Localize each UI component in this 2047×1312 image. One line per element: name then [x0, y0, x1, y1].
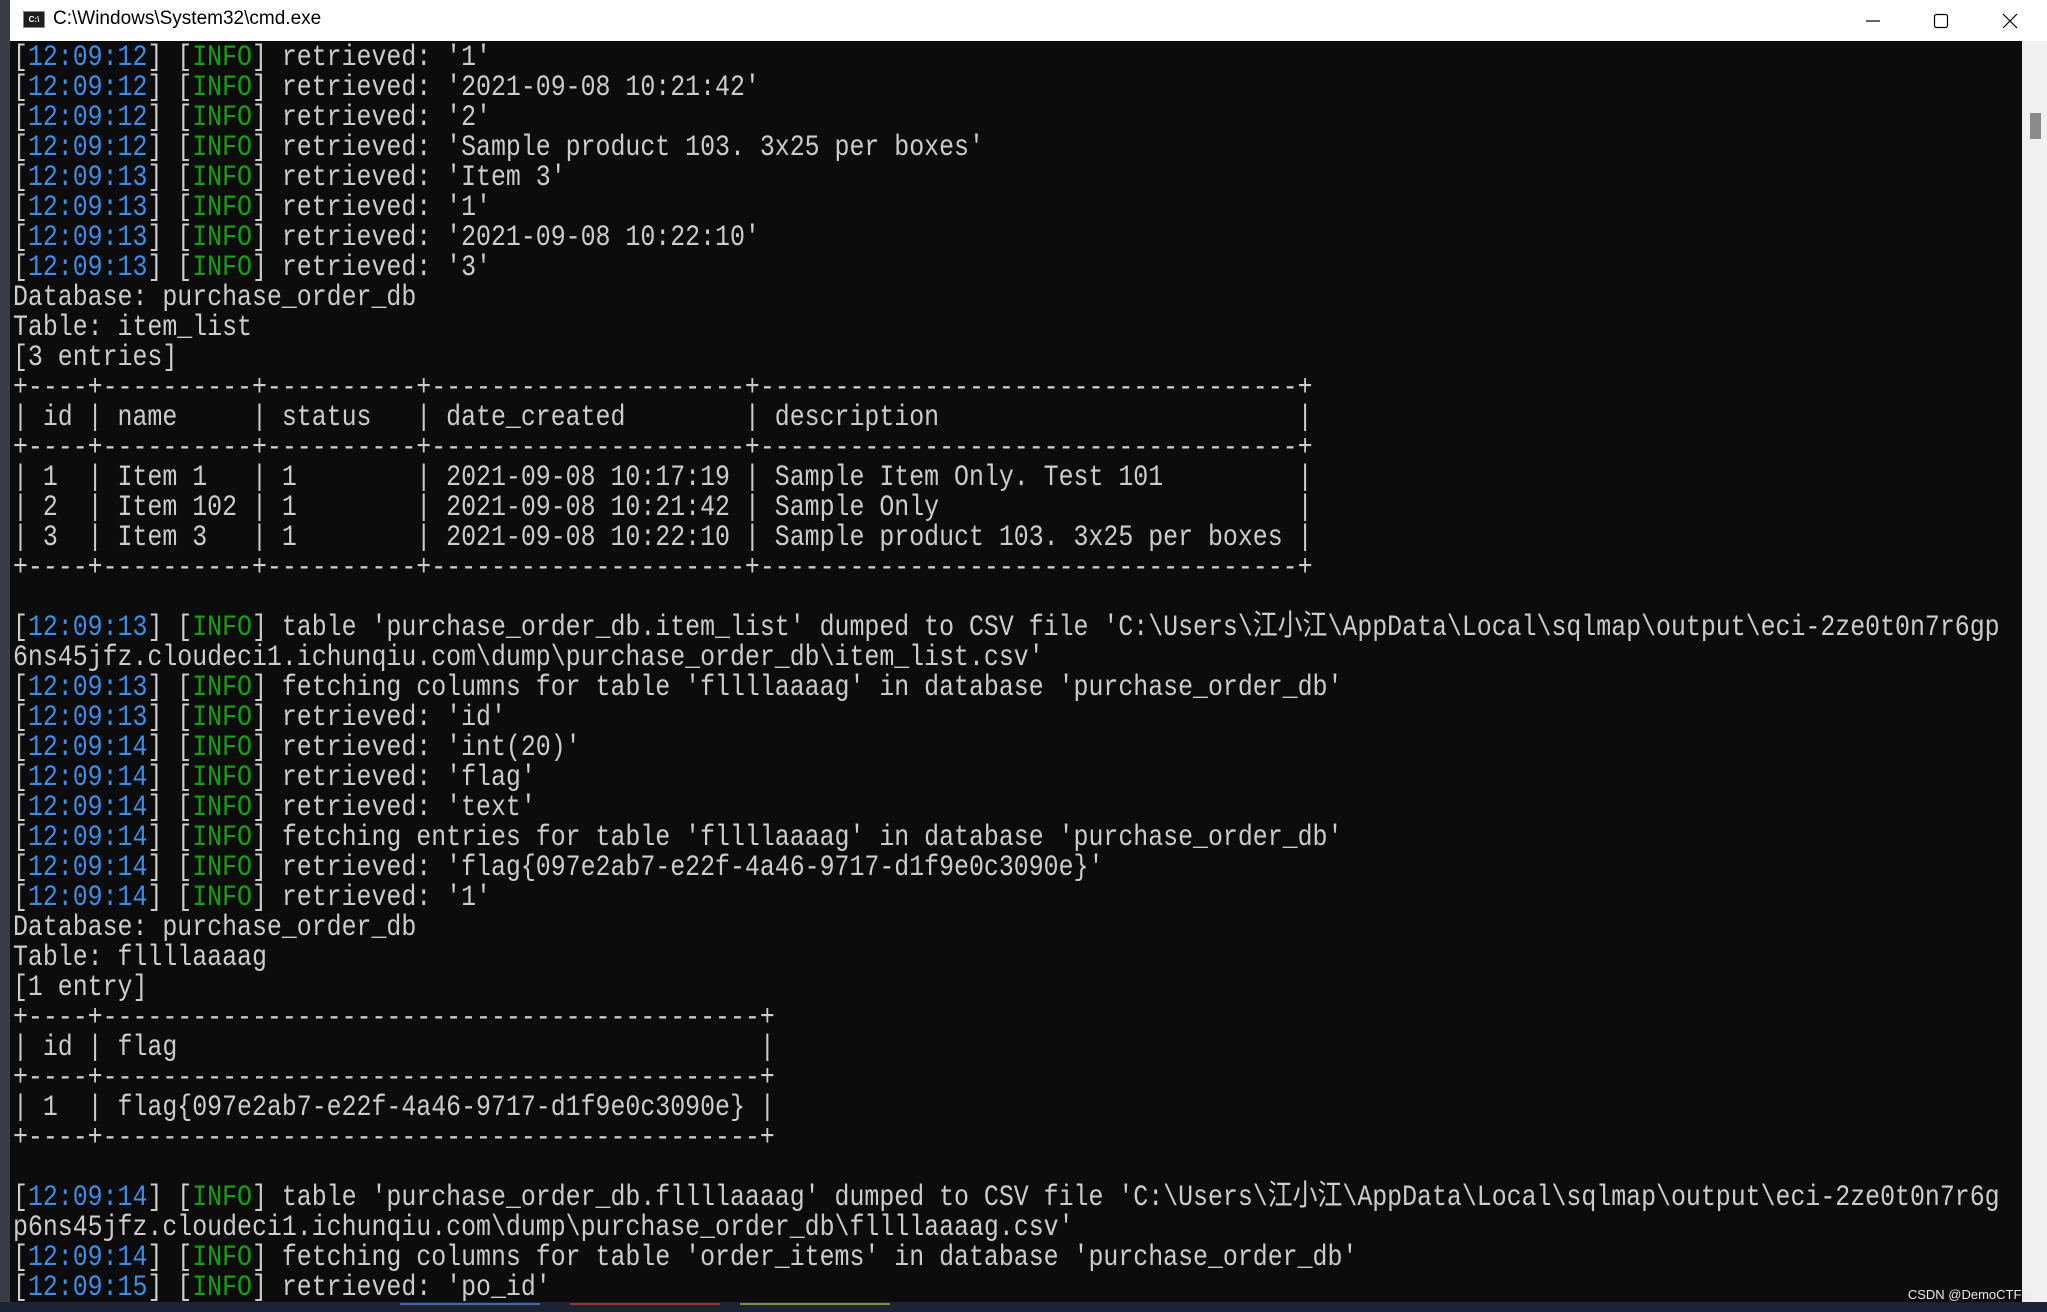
output-line: Database: purchase_order_db	[13, 911, 2000, 944]
log-line: [12:09:13] [INFO] retrieved: '3'	[13, 251, 2000, 284]
log-line: [12:09:15] [INFO] retrieved: 'po_id'	[13, 1270, 2000, 1302]
watermark: CSDN @DemoCTFer	[1907, 1287, 2033, 1302]
scrollbar-thumb[interactable]	[2030, 113, 2041, 140]
log-line: [12:09:14] [INFO] retrieved: '1'	[13, 881, 2000, 914]
log-line-continuation: p6ns45jfz.cloudeci1.ichunqiu.com\dump\pu…	[13, 1211, 2000, 1244]
line-text: [12:09:15] [INFO] retrieved: 'po_id'	[13, 1270, 551, 1302]
log-line: [12:09:13] [INFO] retrieved: 'Item 3'	[13, 161, 2000, 194]
table-border: +----+----------------------------------…	[13, 1061, 2000, 1094]
cmd-app-icon: C:\	[23, 11, 45, 28]
taskbar-item-indicator[interactable]	[400, 1303, 540, 1305]
log-line: [12:09:14] [INFO] table 'purchase_order_…	[13, 1181, 2000, 1214]
output-line: [1 entry]	[13, 971, 2000, 1004]
log-line: [12:09:13] [INFO] table 'purchase_order_…	[13, 611, 2000, 644]
log-line: [12:09:13] [INFO] retrieved: '2021-09-08…	[13, 221, 2000, 254]
output-line: Table: item_list	[13, 311, 2000, 344]
log-line: [12:09:14] [INFO] retrieved: 'int(20)'	[13, 731, 2000, 764]
table-header: | id | name | status | date_created | de…	[13, 401, 2000, 434]
log-message: retrieved: 'po_id'	[281, 1271, 551, 1302]
minimize-button[interactable]	[1839, 0, 1907, 41]
output-line: Database: purchase_order_db	[13, 281, 2000, 314]
bracket: ]	[252, 1271, 282, 1302]
console-lines: [12:09:12] [INFO] retrieved: '1' [12:09:1…	[13, 41, 2000, 1302]
minimize-icon	[1866, 20, 1880, 22]
log-timestamp: 12:09:15	[27, 1271, 148, 1302]
table-header: | id | flag |	[13, 1031, 2000, 1064]
table-border: +----+----------+----------+------------…	[13, 431, 2000, 464]
log-line: [12:09:13] [INFO] fetching columns for t…	[13, 671, 2000, 704]
log-line: [12:09:12] [INFO] retrieved: 'Sample pro…	[13, 131, 2000, 164]
log-line: [12:09:12] [INFO] retrieved: '2'	[13, 101, 2000, 134]
log-line: [12:09:14] [INFO] fetching entries for t…	[13, 821, 2000, 854]
table-border: +----+----------+----------+------------…	[13, 371, 2000, 404]
console-output[interactable]: [12:09:12] [INFO] retrieved: '1' [12:09:1…	[10, 41, 2022, 1302]
log-line: [12:09:14] [INFO] retrieved: 'flag'	[13, 761, 2000, 794]
output-line: [3 entries]	[13, 341, 2000, 374]
log-line: [12:09:14] [INFO] fetching columns for t…	[13, 1241, 2000, 1274]
bracket: [	[13, 1271, 28, 1302]
taskbar-item-indicator[interactable]	[740, 1303, 890, 1305]
table-border: +----+----------+----------+------------…	[13, 551, 2000, 585]
table-row: | 1 | Item 1 | 1 | 2021-09-08 10:17:19 |…	[13, 461, 2000, 494]
line-text: +----+----------+----------+------------…	[13, 551, 1313, 585]
vertical-scrollbar[interactable]	[2022, 41, 2047, 1302]
log-line: [12:09:13] [INFO] retrieved: '1'	[13, 191, 2000, 224]
taskbar	[0, 1302, 2047, 1312]
window-title: C:\Windows\System32\cmd.exe	[53, 8, 322, 29]
log-line-continuation: 6ns45jfz.cloudeci1.ichunqiu.com\dump\pur…	[13, 641, 2000, 674]
cmd-window: C:\ C:\Windows\System32\cmd.exe [12:09:1…	[10, 0, 2047, 1302]
table-row: | 1 | flag{097e2ab7-e22f-4a46-9717-d1f9e…	[13, 1091, 2000, 1124]
log-level: INFO	[192, 1271, 252, 1302]
table-border: +----+----------------------------------…	[13, 1121, 2000, 1155]
desktop-background	[0, 0, 10, 1312]
table-row: | 3 | Item 3 | 1 | 2021-09-08 10:22:10 |…	[13, 521, 2000, 554]
log-line: [12:09:14] [INFO] retrieved: 'text'	[13, 791, 2000, 824]
log-line: [12:09:13] [INFO] retrieved: 'id'	[13, 701, 2000, 734]
line-text: +----+----------------------------------…	[13, 1121, 775, 1155]
log-line: [12:09:12] [INFO] retrieved: '1'	[13, 41, 2000, 74]
log-line: [12:09:14] [INFO] retrieved: 'flag{097e2…	[13, 851, 2000, 884]
taskbar-item-indicator[interactable]	[570, 1303, 720, 1305]
maximize-button[interactable]	[1907, 0, 1975, 41]
close-button[interactable]	[1976, 0, 2044, 41]
table-row: | 2 | Item 102 | 1 | 2021-09-08 10:21:42…	[13, 491, 2000, 524]
title-bar[interactable]: C:\ C:\Windows\System32\cmd.exe	[10, 0, 2047, 41]
bracket: ] [	[147, 1271, 193, 1302]
log-line: [12:09:12] [INFO] retrieved: '2021-09-08…	[13, 71, 2000, 104]
output-line: Table: fllllaaaag	[13, 941, 2000, 974]
maximize-icon	[1933, 13, 1949, 29]
table-border: +----+----------------------------------…	[13, 1001, 2000, 1034]
close-icon	[2002, 13, 2018, 29]
